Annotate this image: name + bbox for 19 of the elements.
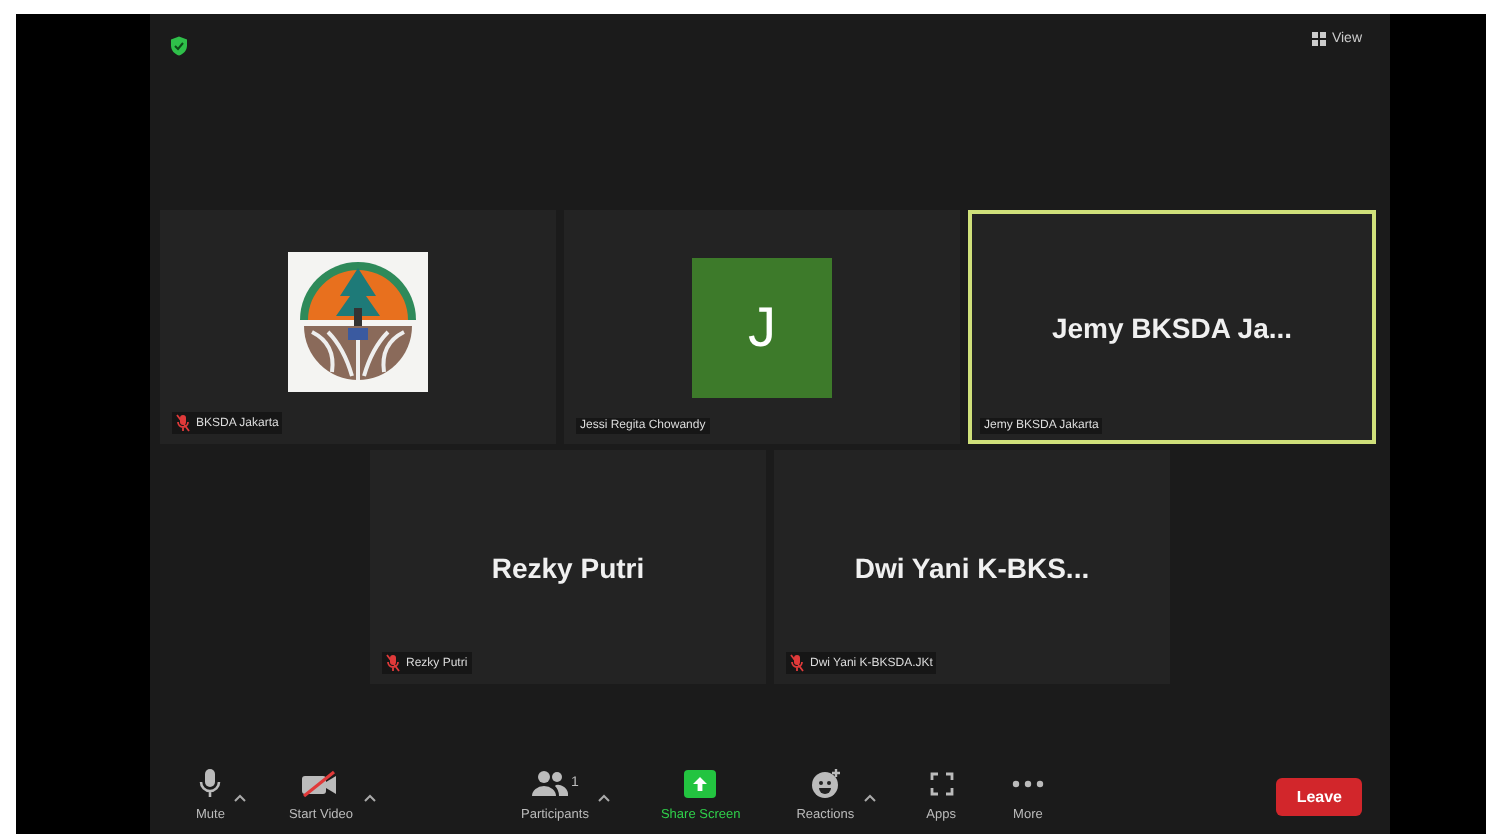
share-screen-icon	[684, 769, 717, 797]
microphone-icon	[198, 767, 223, 799]
caret-icon[interactable]	[598, 793, 611, 801]
shield-icon[interactable]	[170, 36, 188, 56]
smiley-icon	[809, 767, 842, 799]
participants-icon	[531, 770, 568, 796]
more-icon	[1011, 779, 1044, 787]
emblem-icon	[288, 252, 428, 392]
participant-name: Rezky Putri	[491, 551, 645, 583]
video-off-icon	[300, 769, 341, 797]
avatar-letter: J	[692, 257, 832, 397]
apps-icon	[927, 769, 956, 797]
grid-icon	[1311, 32, 1326, 46]
caret-icon[interactable]	[864, 793, 877, 801]
leave-button[interactable]: Leave	[1276, 777, 1362, 815]
participant-name: Jemy BKSDA Ja...	[1051, 311, 1293, 343]
caret-icon[interactable]	[234, 793, 247, 801]
participant-name: Dwi Yani K-BKS...	[854, 551, 1090, 583]
caret-icon[interactable]	[363, 793, 375, 801]
